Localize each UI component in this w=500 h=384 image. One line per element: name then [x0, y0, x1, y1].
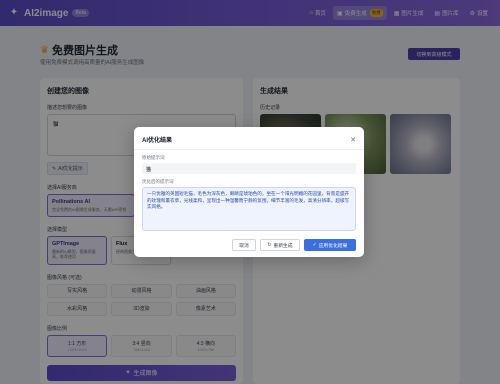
refresh-icon: ↻ [267, 242, 272, 248]
original-prompt-label: 原始提示词 [142, 155, 165, 160]
divider [134, 149, 364, 150]
dialog-title: AI优化结果 [142, 138, 173, 144]
regenerate-button[interactable]: ↻ 重新生成 [260, 239, 300, 251]
apply-optimized-button[interactable]: ✓ 应用优化结果 [304, 239, 356, 251]
optimized-prompt-text[interactable]: 一只优雅的英国短毛猫，毛色为深灰色，眼睛是琥珀色的，坐在一个阳光明媚的花园里，背… [142, 187, 356, 231]
ai-optimize-dialog: AI优化结果 ✕ 原始提示词 猫 优化后的提示词 一只优雅的英国短毛猫，毛色为深… [134, 127, 364, 257]
close-icon[interactable]: ✕ [350, 136, 356, 144]
original-prompt-value: 猫 [142, 163, 356, 174]
cancel-button[interactable]: 取消 [232, 239, 256, 251]
check-icon: ✓ [312, 242, 317, 248]
optimized-prompt-label: 优化后的提示词 [142, 179, 174, 184]
regenerate-label: 重新生成 [273, 243, 293, 249]
apply-label: 应用优化结果 [318, 243, 348, 249]
